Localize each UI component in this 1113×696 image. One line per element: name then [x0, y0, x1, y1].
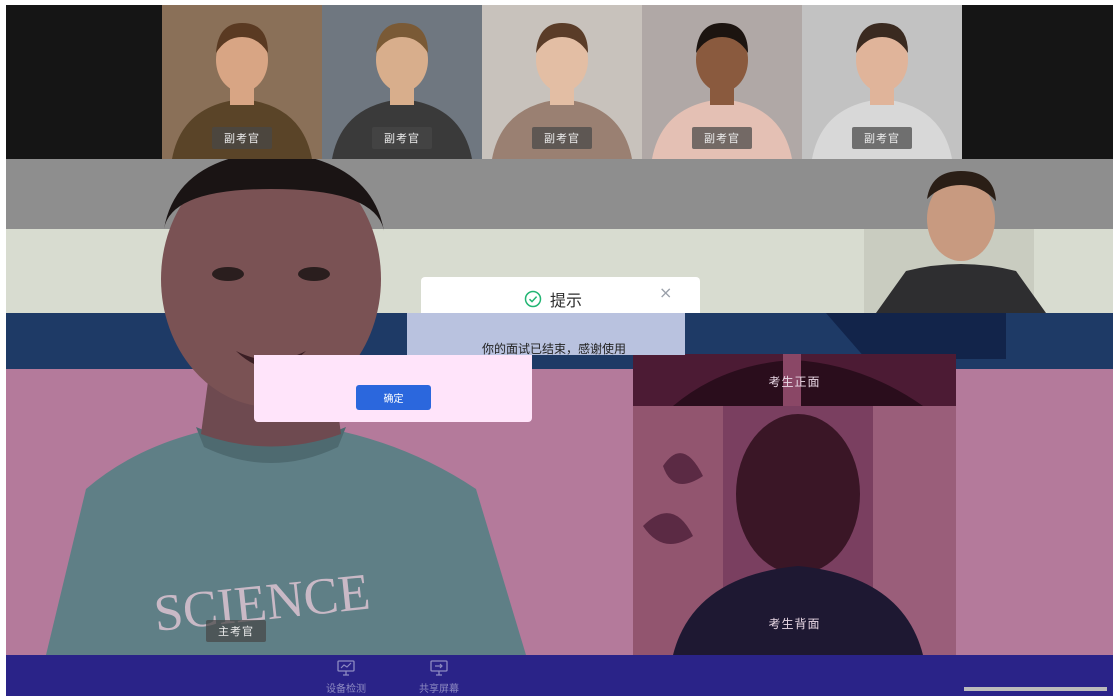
examiner-label: 副考官 [852, 127, 912, 149]
candidate-front-label: 考生正面 [768, 375, 821, 389]
main-stage: SCIENCE 主考官 考生正面 考生背面 提示 × 你的面试已结束，感谢使用 … [6, 159, 1113, 655]
dialog-title-text: 提示 [550, 291, 583, 310]
examiner-label: 副考官 [372, 127, 432, 149]
dialog-title: 提示 [524, 287, 582, 311]
monitor-check-icon [337, 660, 355, 676]
device-check-label: 设备检测 [326, 684, 366, 695]
examiner-label: 副考官 [212, 127, 272, 149]
candidate-back-label: 考生背面 [768, 617, 821, 631]
examiner-tile[interactable]: 副考官 [642, 5, 802, 159]
examiner-tile[interactable]: 副考官 [162, 5, 322, 159]
share-screen-button[interactable]: 共享屏幕 [409, 660, 469, 695]
status-strip [964, 687, 1107, 691]
share-screen-label: 共享屏幕 [419, 684, 459, 695]
share-screen-icon [430, 660, 448, 676]
candidate-back-tile[interactable]: 考生背面 [633, 406, 956, 655]
dialog-message: 你的面试已结束，感谢使用 [482, 342, 627, 356]
success-check-icon [524, 290, 542, 308]
close-icon[interactable]: × [659, 285, 672, 301]
device-check-button[interactable]: 设备检测 [316, 660, 376, 695]
examiner-tile[interactable]: 副考官 [482, 5, 642, 159]
notice-dialog: 提示 × 你的面试已结束，感谢使用 确定 [254, 277, 700, 422]
examiner-label: 副考官 [532, 127, 592, 149]
confirm-button[interactable]: 确定 [356, 385, 431, 410]
bottom-toolbar: 设备检测 共享屏幕 [6, 655, 1113, 696]
examiner-label: 副考官 [692, 127, 752, 149]
examiner-tile[interactable]: 副考官 [322, 5, 482, 159]
interview-room: 副考官 副考官 副考官 副考官 副考官 SCIENCE 主考官 考生正面 考生背… [6, 5, 1113, 696]
examiner-tile[interactable]: 副考官 [802, 5, 962, 159]
main-examiner-label: 主考官 [206, 620, 266, 642]
